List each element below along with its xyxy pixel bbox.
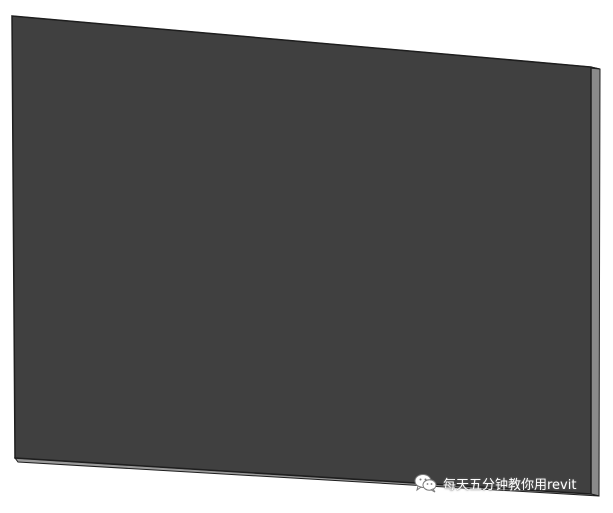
panel-front-face (11, 15, 592, 495)
model-view (11, 15, 601, 497)
3d-viewport[interactable]: 每天五分钟教你用revit (0, 0, 613, 513)
wechat-watermark: 每天五分钟教你用revit (414, 472, 576, 494)
watermark-text: 每天五分钟教你用revit (443, 477, 577, 493)
wechat-icon (414, 474, 437, 493)
panel-side-face (590, 66, 601, 497)
